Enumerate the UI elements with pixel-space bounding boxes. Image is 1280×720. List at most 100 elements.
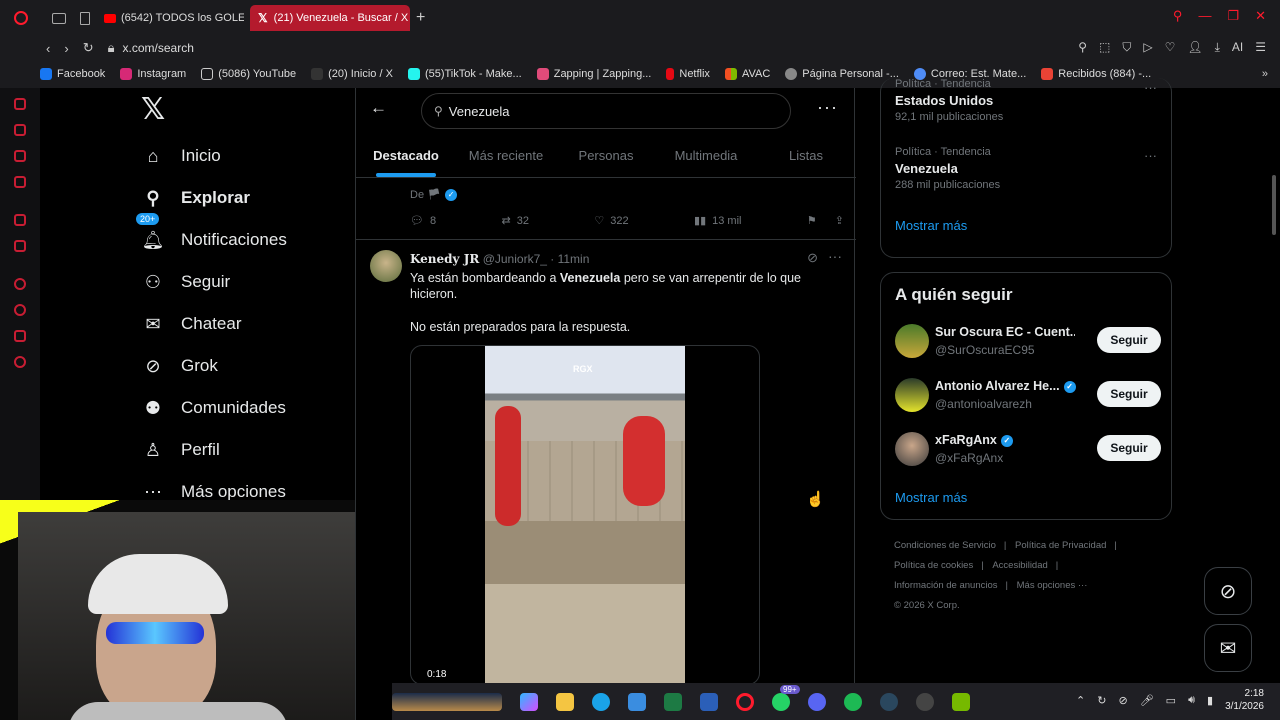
tab-personas[interactable]: Personas — [556, 136, 656, 177]
bookmark-avac[interactable]: AVAC — [724, 68, 770, 80]
x-sidebar-icon[interactable] — [14, 240, 26, 252]
close-icon[interactable]: ✕ — [1255, 8, 1266, 24]
search-tabs-icon[interactable]: ⚲ — [1173, 8, 1183, 24]
edge-icon[interactable] — [592, 692, 610, 711]
bookmark-instagram[interactable]: Instagram — [120, 68, 186, 80]
footer-link[interactable]: Accesibilidad — [992, 560, 1047, 571]
profile-icon[interactable]: 👤︎ — [1187, 40, 1202, 55]
aria-icon[interactable] — [14, 98, 26, 110]
avatar[interactable] — [370, 250, 402, 282]
views-button[interactable]: ▮▮ 13 mil — [694, 214, 741, 228]
avatar[interactable] — [895, 378, 929, 412]
opera-icon[interactable] — [736, 692, 754, 711]
tweet[interactable]: Kenedy JR @Juniork7_ · 11min ⊘ ··· Ya es… — [356, 240, 856, 720]
discord-icon[interactable] — [808, 692, 826, 711]
shield-icon[interactable]: ⛉ — [1122, 40, 1131, 55]
tab-mas-reciente[interactable]: Más reciente — [456, 136, 556, 177]
nav-chatear[interactable]: ✉ Chatear — [130, 303, 350, 345]
opera-logo-icon[interactable] — [14, 11, 28, 25]
volume-icon[interactable]: 🔊︎ — [1188, 694, 1195, 707]
minimize-icon[interactable]: — — [1198, 8, 1211, 24]
forward-icon[interactable]: › — [64, 41, 68, 56]
play-icon[interactable]: ▷ — [1143, 40, 1152, 55]
city-thumbnail-icon[interactable] — [392, 692, 502, 711]
music-icon[interactable] — [14, 176, 26, 188]
tab-islands-icon[interactable] — [52, 12, 66, 24]
like-button[interactable]: ♡ 322 — [594, 214, 628, 228]
scrollbar[interactable] — [1272, 175, 1276, 235]
follow-button[interactable]: Seguir — [1097, 435, 1161, 461]
word-icon[interactable] — [700, 692, 718, 711]
footer-link[interactable]: Información de anuncios — [894, 580, 998, 591]
avatar[interactable] — [895, 324, 929, 358]
follow-button[interactable]: Seguir — [1097, 327, 1161, 353]
more-icon[interactable]: ··· — [1144, 80, 1157, 95]
heart-icon[interactable]: ♡ — [1165, 40, 1176, 55]
mic-icon[interactable]: 🎤︎ — [1140, 694, 1154, 707]
download-icon[interactable]: ⤓ — [1215, 40, 1220, 55]
url-field[interactable]: x.com/search — [123, 41, 194, 55]
trend-item[interactable]: Política · Tendencia Estados Unidos 92,1… — [895, 78, 1003, 123]
bookmark-pagina-personal[interactable]: Página Personal -... — [785, 68, 899, 80]
display-icon[interactable]: ▭ — [1166, 694, 1176, 707]
bookmark-x[interactable]: (20) Inicio / X — [311, 68, 393, 80]
chevron-up-icon[interactable]: ⌃ — [1076, 694, 1085, 707]
snapshot-icon[interactable]: ⬚ — [1099, 40, 1110, 55]
steam-icon[interactable] — [880, 692, 898, 711]
extensions-icon[interactable] — [14, 330, 26, 342]
messenger-icon[interactable] — [14, 150, 26, 162]
chevron-right-icon[interactable]: » — [1262, 68, 1268, 80]
nav-comunidades[interactable]: ⚉ Comunidades — [130, 387, 350, 429]
store-icon[interactable] — [628, 692, 646, 711]
history-icon[interactable] — [14, 304, 26, 316]
previous-tweet[interactable]: De 🏴︎ ✓ 💬︎ 8 ⇄ 32 ♡ 322 ▮▮ 13 mil ⚑ ⇪ — [356, 178, 856, 240]
trend-item[interactable]: Política · Tendencia Venezuela 288 mil p… — [895, 146, 1000, 191]
more-icon[interactable]: ··· — [828, 248, 842, 264]
new-tab-button[interactable]: + — [416, 9, 425, 27]
tweet-video[interactable]: RGX 0:18 — [410, 345, 760, 685]
footer-link[interactable]: Política de cookies — [894, 560, 973, 571]
grok-floating-button[interactable]: ⊘ — [1204, 567, 1252, 615]
settings-icon[interactable] — [14, 356, 26, 368]
bookmark-tiktok[interactable]: (55)TikTok - Make... — [407, 68, 522, 80]
tab-page-icon[interactable] — [80, 11, 90, 25]
mute-icon[interactable]: ⊘ — [1118, 694, 1127, 707]
maximize-icon[interactable]: ❐ — [1227, 8, 1239, 24]
nav-inicio[interactable]: ⌂ Inicio — [130, 135, 350, 177]
sync-icon[interactable]: ↻ — [1097, 694, 1106, 707]
tweet-time[interactable]: · 11min — [550, 252, 589, 266]
menu-icon[interactable]: ☰ — [1255, 40, 1266, 55]
tweet-author-handle[interactable]: @Juniork7_ — [483, 252, 547, 266]
tab-listas[interactable]: Listas — [756, 136, 856, 177]
browser-tab-x-search[interactable]: 𝕏 (21) Venezuela - Buscar / X — [250, 5, 410, 31]
bookmark-facebook[interactable]: Facebook — [40, 68, 105, 80]
workspace-icon[interactable] — [14, 124, 26, 136]
more-icon[interactable]: ··· — [1144, 148, 1157, 163]
follow-suggestion[interactable]: Antonio Alvarez He... ✓ @antonioalvarezh … — [895, 375, 1161, 415]
more-options-icon[interactable]: ··· — [817, 97, 838, 118]
show-more-link[interactable]: Mostrar más — [895, 218, 967, 233]
twitch-icon[interactable] — [14, 214, 26, 226]
bookmark-zapping[interactable]: Zapping | Zapping... — [536, 68, 651, 80]
ai-icon[interactable]: AI — [1232, 40, 1243, 55]
x-logo-icon[interactable]: 𝕏 — [141, 92, 350, 127]
nvidia-icon[interactable] — [952, 692, 970, 711]
tab-destacado[interactable]: Destacado — [356, 136, 456, 177]
pin-icon[interactable]: ⚲ — [1078, 40, 1087, 55]
excel-icon[interactable] — [664, 692, 682, 711]
messages-floating-button[interactable]: ✉ — [1204, 624, 1252, 672]
reload-icon[interactable]: ↻ — [83, 40, 94, 56]
back-icon[interactable]: ‹ — [46, 41, 50, 56]
grok-icon[interactable]: ⊘ — [807, 250, 818, 266]
copilot-icon[interactable] — [520, 692, 538, 711]
battery-icon[interactable]: ▮ — [1207, 694, 1213, 707]
player-icon[interactable] — [14, 278, 26, 290]
show-more-link[interactable]: Mostrar más — [895, 490, 967, 505]
whatsapp-icon[interactable]: 99+ — [772, 684, 800, 711]
obs-icon[interactable] — [916, 692, 934, 711]
nav-perfil[interactable]: ♙ Perfil — [130, 429, 350, 471]
reply-button[interactable]: 💬︎ 8 — [410, 214, 436, 228]
footer-link[interactable]: Más opciones ··· — [1017, 580, 1088, 591]
follow-suggestion[interactable]: xFaRgAnx ✓ @xFaRgAnx Seguir — [895, 429, 1161, 469]
bookmark-netflix[interactable]: Netflix — [666, 68, 710, 80]
